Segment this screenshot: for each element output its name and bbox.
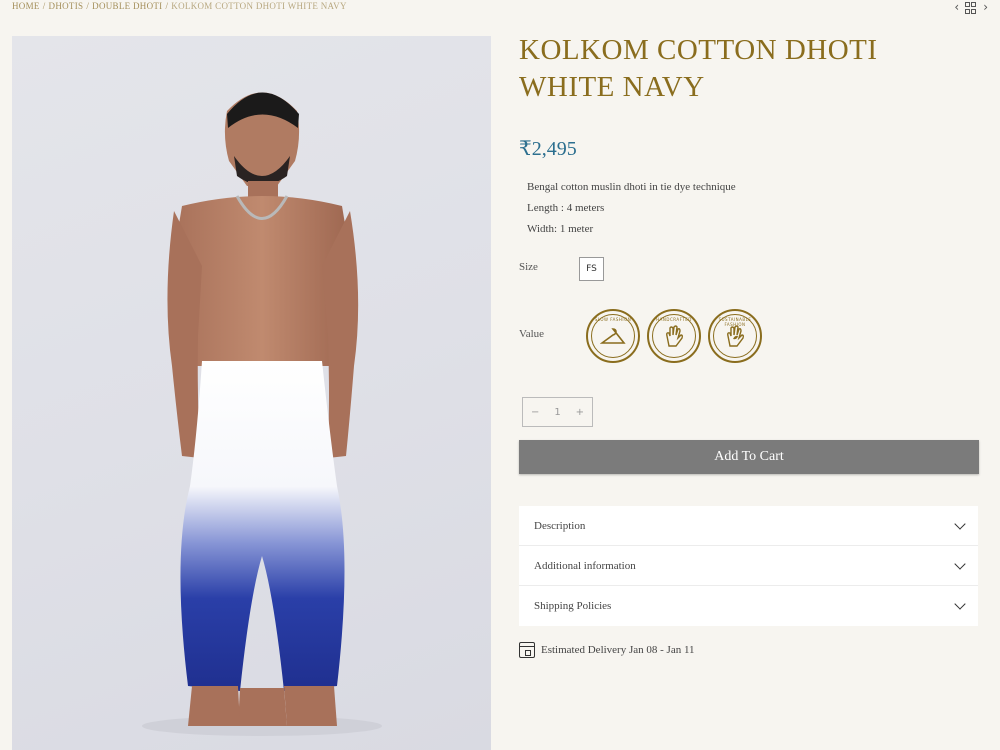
breadcrumb-separator: / [86,1,90,11]
breadcrumb-dhotis[interactable]: DHOTIS [49,1,84,11]
accordion-description[interactable]: Description [519,506,978,546]
estimated-delivery: Estimated Delivery Jan 08 - Jan 11 [519,642,695,658]
description-line: Width: 1 meter [527,223,594,235]
quantity-minus-button[interactable]: − [531,407,539,418]
value-label: Value [519,328,545,340]
breadcrumb-home[interactable]: HOME [12,1,40,11]
chevron-down-icon [954,517,966,530]
size-option-fs[interactable]: FS [579,257,604,281]
product-info-accordion: Description Additional information Shipp… [519,506,978,626]
handcrafted-badge: HANDCRAFTED [647,309,701,363]
accordion-label: Description [534,519,586,532]
product-image[interactable] [12,36,491,750]
breadcrumb: HOME / DHOTIS / DOUBLE DHOTI / KOLKOM COTTON D… [12,1,347,11]
prev-product-icon[interactable]: ‹ [954,0,959,14]
description-line: Bengal cotton muslin dhoti in tie dye te… [527,181,736,193]
product-price: ₹2,495 [519,138,577,160]
breadcrumb-separator: / [165,1,169,11]
size-label: Size [519,261,538,273]
next-product-icon[interactable]: › [983,0,988,14]
value-badges: SLOW FASHION HANDCRAFTED SUSTAINABLE FAS… [586,309,762,363]
accordion-shipping-policies[interactable]: Shipping Policies [519,586,978,626]
quantity-plus-button[interactable]: + [576,407,584,418]
grid-view-icon[interactable] [965,2,977,14]
breadcrumb-double-dhoti[interactable]: DOUBLE DHOTI [92,1,162,11]
breadcrumb-current: KOLKOM COTTON DHOTI WHITE NAVY [171,1,347,11]
description-line: Length : 4 meters [527,202,605,214]
badge-text: HANDCRAFTED [656,317,692,322]
model-illustration [142,92,382,736]
quantity-input[interactable]: 1 [554,407,560,418]
chevron-down-icon [954,557,966,570]
accordion-label: Additional information [534,559,636,572]
delivery-text: Estimated Delivery Jan 08 - Jan 11 [541,644,695,656]
hand-icon [666,325,684,347]
calendar-icon [519,642,535,658]
product-short-description: Bengal cotton muslin dhoti in tie dye te… [527,177,736,240]
badge-text: SUSTAINABLE FASHION [718,317,752,327]
hand-leaf-icon [727,325,745,347]
badge-text: SLOW FASHION [594,317,632,322]
breadcrumb-separator: / [42,1,46,11]
quantity-stepper: − 1 + [522,397,593,427]
product-title: KOLKOM COTTON DHOTI WHITE NAVY [519,34,878,103]
accordion-additional-information[interactable]: Additional information [519,546,978,586]
add-to-cart-button[interactable]: Add To Cart [519,440,979,474]
product-nav: ‹ › [954,0,988,14]
accordion-label: Shipping Policies [534,600,612,612]
chevron-down-icon [954,598,966,610]
sustainable-fashion-badge: SUSTAINABLE FASHION [708,309,762,363]
slow-fashion-badge: SLOW FASHION [586,309,640,363]
hanger-icon [600,328,626,344]
